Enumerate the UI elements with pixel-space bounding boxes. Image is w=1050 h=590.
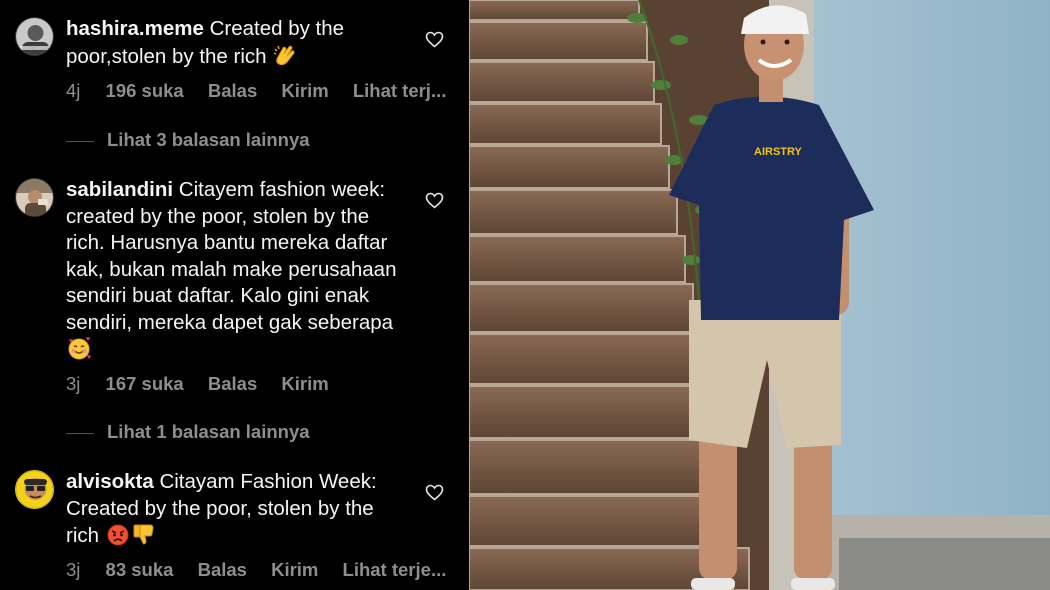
like-heart-icon[interactable] bbox=[425, 192, 444, 209]
comment-username[interactable]: alvisokta bbox=[66, 470, 154, 493]
reply-button[interactable]: Balas bbox=[198, 559, 247, 581]
comment-username[interactable]: hashira.meme bbox=[66, 17, 204, 40]
comment-meta: 3j 167 suka Balas Kirim bbox=[66, 373, 348, 397]
like-count[interactable]: 83 suka bbox=[106, 559, 174, 581]
comment-text: hashira.meme Created by the poor,stolen … bbox=[66, 16, 411, 74]
photo-panel: AIRSTRY bbox=[469, 0, 1050, 590]
comment-text: alvisokta Citayam Fashion Week: Created … bbox=[66, 469, 411, 554]
view-replies-button[interactable]: Lihat 3 balasan lainnya bbox=[66, 129, 310, 153]
comment-meta: 4j 196 suka Balas Kirim Lihat terj... bbox=[66, 80, 465, 104]
send-button[interactable]: Kirim bbox=[281, 373, 328, 395]
replies-divider bbox=[66, 140, 94, 142]
comment-username[interactable]: sabilandini bbox=[66, 178, 173, 201]
reply-button[interactable]: Balas bbox=[208, 373, 257, 395]
avatar[interactable] bbox=[15, 470, 54, 509]
like-heart-icon[interactable] bbox=[425, 484, 444, 501]
translate-button[interactable]: Lihat terje... bbox=[343, 559, 447, 581]
comment-content: Citayem fashion week: created by the poo… bbox=[66, 178, 397, 334]
comment-text: sabilandini Citayem fashion week: create… bbox=[66, 177, 411, 368]
avatar[interactable] bbox=[15, 17, 54, 56]
send-button[interactable]: Kirim bbox=[271, 559, 318, 581]
reply-button[interactable]: Balas bbox=[208, 80, 257, 102]
view-replies-button[interactable]: Lihat 1 balasan lainnya bbox=[66, 421, 310, 445]
comment-time: 3j bbox=[66, 559, 81, 580]
like-heart-icon[interactable] bbox=[425, 31, 444, 48]
view-replies-label: Lihat 3 balasan lainnya bbox=[107, 129, 310, 150]
man-on-stairs-photo: AIRSTRY bbox=[469, 0, 1050, 590]
avatar[interactable] bbox=[15, 178, 54, 217]
smiling-face-with-hearts-icon bbox=[66, 336, 92, 368]
view-replies-label: Lihat 1 balasan lainnya bbox=[107, 421, 310, 442]
send-button[interactable]: Kirim bbox=[281, 80, 328, 102]
translate-button[interactable]: Lihat terj... bbox=[353, 80, 447, 102]
thumbs-down-icon bbox=[131, 522, 157, 554]
like-count[interactable]: 167 suka bbox=[106, 373, 184, 395]
angry-face-icon bbox=[105, 522, 131, 554]
clapping-hands-icon bbox=[272, 43, 298, 75]
comments-panel: hashira.meme Created by the poor,stolen … bbox=[0, 0, 469, 590]
comment-time: 4j bbox=[66, 80, 81, 101]
comment-time: 3j bbox=[66, 373, 81, 394]
shirt-print: AIRSTRY bbox=[754, 146, 803, 158]
like-count[interactable]: 196 suka bbox=[106, 80, 184, 102]
replies-divider bbox=[66, 432, 94, 434]
comment-meta: 3j 83 suka Balas Kirim Lihat terje... bbox=[66, 559, 465, 583]
